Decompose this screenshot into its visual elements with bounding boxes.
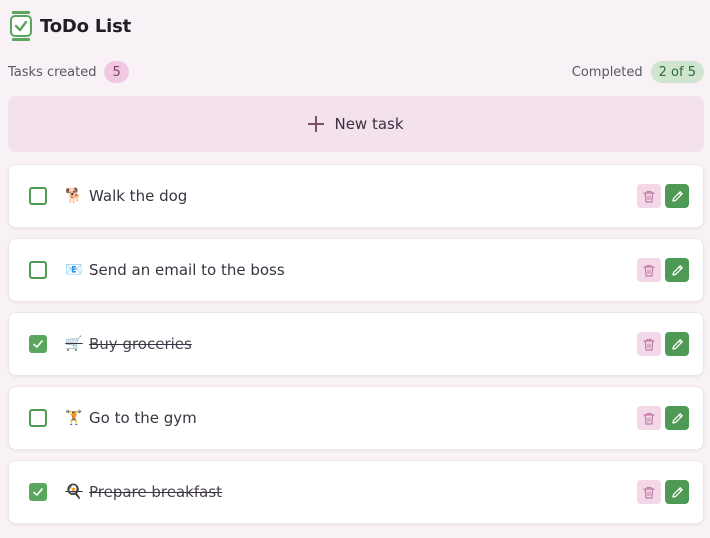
delete-button[interactable] (637, 480, 661, 504)
completed-stat: Completed 2 of 5 (572, 61, 704, 83)
trash-icon (643, 264, 655, 277)
edit-button[interactable] (665, 332, 689, 356)
completed-label: Completed (571, 64, 643, 80)
check-icon (33, 488, 43, 496)
task-list: 🐕 Walk the dog 📧 Send an email to the bo… (8, 164, 704, 524)
task-checkbox[interactable] (29, 483, 47, 501)
task-actions (637, 258, 689, 282)
check-icon (33, 340, 43, 348)
task-item: 🍳 Prepare breakfast (8, 460, 704, 524)
trash-icon (643, 338, 655, 351)
task-checkbox[interactable] (29, 187, 47, 205)
tasks-created-badge: 5 (104, 61, 129, 83)
checklist-icon (10, 11, 32, 41)
task-checkbox[interactable] (29, 335, 47, 353)
task-item: 🏋 Go to the gym (8, 386, 704, 450)
tasks-created-label: Tasks created (8, 64, 97, 80)
task-emoji: 📧 (65, 262, 83, 278)
task-emoji: 🐕 (65, 188, 83, 204)
app-title: ToDo List (40, 15, 131, 37)
delete-button[interactable] (637, 406, 661, 430)
task-content: 🛒 Buy groceries (65, 335, 637, 353)
trash-icon (643, 190, 655, 203)
task-text: Prepare breakfast (89, 483, 223, 501)
completed-badge: 2 of 5 (650, 61, 704, 83)
task-text: Buy groceries (89, 335, 192, 353)
task-actions (637, 480, 689, 504)
task-content: 📧 Send an email to the boss (65, 261, 637, 279)
task-emoji: 🍳 (65, 484, 83, 500)
task-checkbox[interactable] (29, 261, 47, 279)
todo-app: ToDo List Tasks created 5 Completed 2 of… (0, 0, 710, 538)
trash-icon (643, 412, 655, 425)
task-content: 🍳 Prepare breakfast (65, 483, 637, 501)
pencil-icon (671, 264, 683, 276)
new-task-button[interactable]: New task (8, 96, 704, 152)
pencil-icon (671, 338, 683, 350)
edit-button[interactable] (665, 480, 689, 504)
task-text: Go to the gym (89, 409, 197, 427)
task-content: 🐕 Walk the dog (65, 187, 637, 205)
task-actions (637, 406, 689, 430)
task-actions (637, 332, 689, 356)
edit-button[interactable] (665, 406, 689, 430)
new-task-label: New task (334, 115, 404, 133)
delete-button[interactable] (637, 184, 661, 208)
tasks-created-stat: Tasks created 5 (8, 61, 129, 83)
header: ToDo List (10, 8, 131, 44)
task-item: 🛒 Buy groceries (8, 312, 704, 376)
pencil-icon (671, 412, 683, 424)
plus-icon (308, 116, 325, 132)
edit-button[interactable] (665, 184, 689, 208)
stats-bar: Tasks created 5 Completed 2 of 5 (8, 60, 704, 84)
trash-icon (643, 486, 655, 499)
task-checkbox[interactable] (29, 409, 47, 427)
task-content: 🏋 Go to the gym (65, 409, 637, 427)
pencil-icon (671, 486, 683, 498)
task-text: Send an email to the boss (89, 261, 285, 279)
task-emoji: 🏋 (65, 410, 83, 426)
task-text: Walk the dog (89, 187, 188, 205)
edit-button[interactable] (665, 258, 689, 282)
task-actions (637, 184, 689, 208)
delete-button[interactable] (637, 258, 661, 282)
pencil-icon (671, 190, 683, 202)
delete-button[interactable] (637, 332, 661, 356)
task-item: 🐕 Walk the dog (8, 164, 704, 228)
task-item: 📧 Send an email to the boss (8, 238, 704, 302)
task-emoji: 🛒 (65, 336, 83, 352)
